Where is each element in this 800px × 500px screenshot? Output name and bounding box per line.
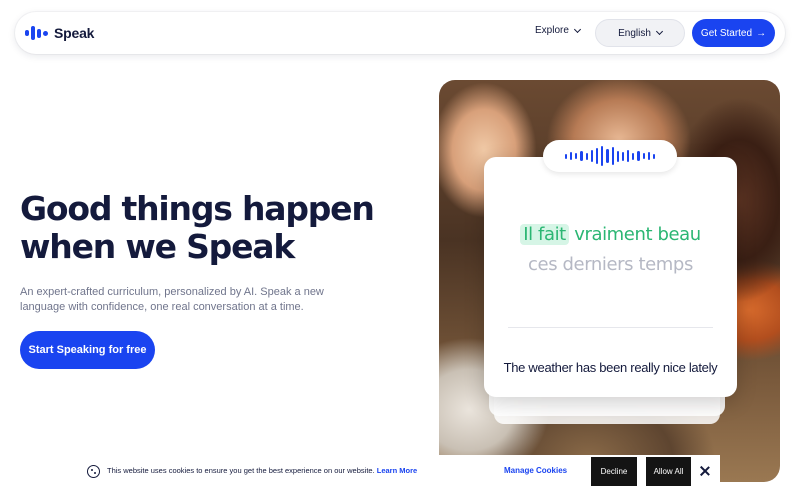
- speak-logo[interactable]: Speak: [25, 23, 94, 43]
- headline-line-2: when we Speak: [20, 227, 295, 266]
- top-nav: Speak Explore English Get Started →: [15, 12, 785, 54]
- waveform-bar: [653, 153, 656, 159]
- waveform-bar: [637, 151, 640, 161]
- waveform-bar: [570, 152, 573, 160]
- waveform-bar: [611, 147, 614, 165]
- cookie-banner: This website uses cookies to ensure you …: [80, 455, 720, 488]
- card-divider: [508, 327, 713, 328]
- manage-cookies-link[interactable]: Manage Cookies: [504, 466, 567, 475]
- page: Speak Explore English Get Started → Good…: [0, 0, 800, 500]
- language-label: English: [618, 27, 651, 39]
- phrase-known-words: Il fait: [520, 224, 569, 245]
- waveform-bar: [647, 152, 650, 160]
- waveform-bar: [585, 152, 588, 160]
- start-speaking-button[interactable]: Start Speaking for free: [20, 331, 155, 369]
- waveform-bar: [621, 151, 625, 161]
- decline-button[interactable]: Decline: [591, 457, 637, 486]
- waveform-bar: [642, 153, 645, 159]
- phrase-current-words: vraiment beau: [574, 224, 701, 245]
- english-translation: The weather has been really nice lately: [503, 360, 718, 375]
- chevron-down-icon: [573, 25, 581, 33]
- arrow-right-icon: →: [756, 27, 767, 39]
- waveform-bar: [601, 146, 604, 166]
- chevron-down-icon: [655, 27, 663, 36]
- headline-line-1: Good things happen: [20, 189, 375, 228]
- cookie-message-text: This website uses cookies to ensure you …: [107, 466, 375, 475]
- close-icon[interactable]: [698, 464, 712, 478]
- waveform-bar: [564, 153, 567, 159]
- get-started-button[interactable]: Get Started →: [692, 19, 775, 47]
- cookie-icon: [87, 465, 100, 478]
- learn-more-link[interactable]: Learn More: [377, 466, 417, 475]
- audio-waveform-icon: [543, 140, 677, 172]
- waveform-bar: [575, 153, 578, 159]
- waveform-bar: [595, 148, 599, 164]
- cookie-message: This website uses cookies to ensure you …: [107, 466, 417, 475]
- waveform-bar: [590, 150, 593, 162]
- speak-logo-icon: [25, 26, 48, 40]
- explore-label: Explore: [535, 25, 569, 36]
- phrase-upcoming-words: ces derniers temps: [528, 254, 693, 275]
- waveform-bar: [616, 150, 619, 162]
- explore-menu[interactable]: Explore: [535, 25, 581, 36]
- get-started-label: Get Started: [700, 27, 753, 39]
- waveform-bar: [632, 152, 635, 160]
- waveform-bar: [580, 151, 583, 161]
- hero-subtext: An expert-crafted curriculum, personaliz…: [20, 286, 324, 313]
- hero-headline: Good things happen when we Speak: [20, 190, 420, 266]
- waveform-bar: [606, 149, 609, 163]
- language-selector[interactable]: English: [595, 19, 685, 47]
- french-phrase: Il fait vraiment beau ces derniers temps: [484, 220, 737, 280]
- allow-all-button[interactable]: Allow All: [646, 457, 691, 486]
- logo-text: Speak: [54, 25, 95, 41]
- waveform-bar: [627, 150, 630, 162]
